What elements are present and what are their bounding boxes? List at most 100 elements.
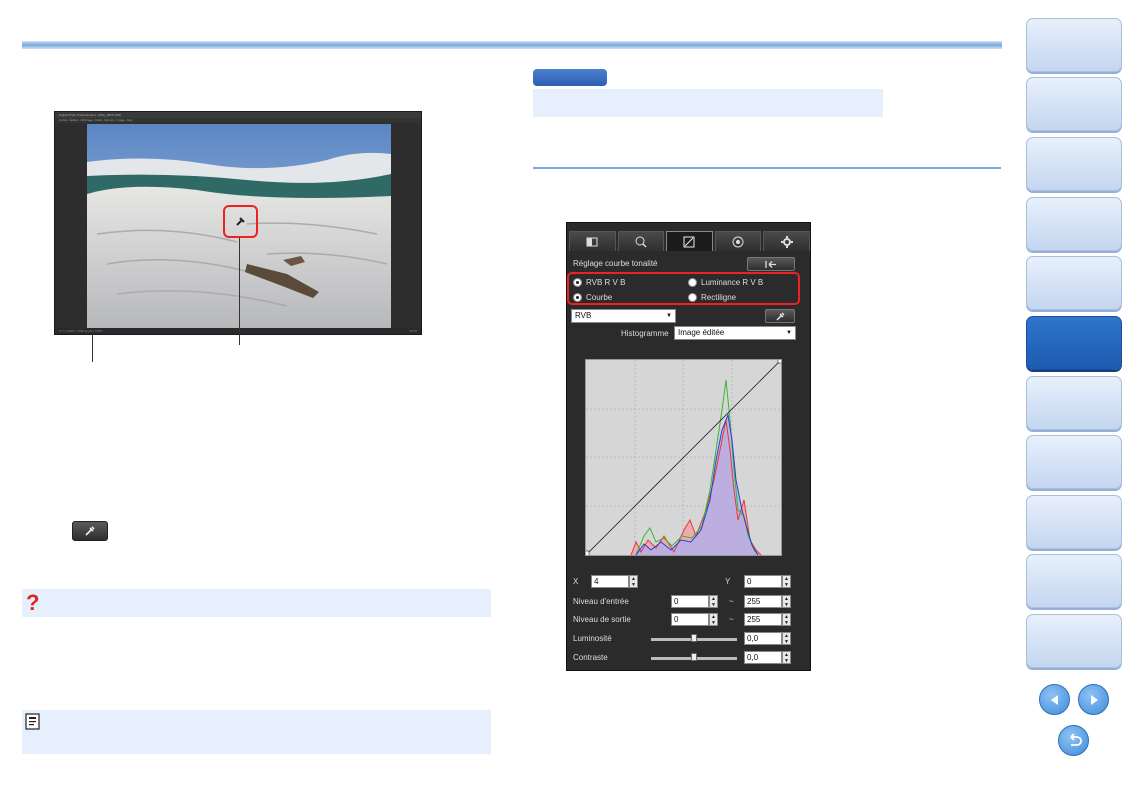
return-arrow-icon xyxy=(1069,732,1082,746)
return-button[interactable] xyxy=(1058,725,1089,756)
curve-controls: X 4 ▲ ▼ Y 0 ▲ ▼ Niveau d'entrée 0 ▲ ▼ ~ 255… xyxy=(569,573,796,669)
range-tilde: ~ xyxy=(729,597,734,606)
section-header-bar xyxy=(22,41,1002,49)
status-right: 00:00 xyxy=(409,329,417,333)
question-icon: ? xyxy=(26,590,40,615)
output-level-max-spinner[interactable]: ▲ ▼ xyxy=(782,613,791,626)
histogram-curve-svg xyxy=(583,357,784,557)
menu-item[interactable]: Édition xyxy=(70,118,79,122)
nav-button-3[interactable] xyxy=(1026,137,1122,191)
section-subtitle-bar xyxy=(533,89,883,117)
palette-tabs xyxy=(569,231,810,251)
nav-button-6-active[interactable] xyxy=(1026,316,1122,370)
menu-item[interactable]: Image xyxy=(117,118,125,122)
output-level-min-spinner[interactable]: ▲ ▼ xyxy=(709,613,718,626)
eyedropper-icon xyxy=(85,526,95,536)
contrast-value-field[interactable]: 0,0 xyxy=(744,651,782,664)
gear-icon xyxy=(780,235,793,248)
menu-item[interactable]: Aide xyxy=(126,118,132,122)
brightness-slider-thumb[interactable] xyxy=(691,634,697,642)
tone-curve-graph[interactable] xyxy=(583,357,784,557)
radio-dot xyxy=(688,293,697,302)
undo-icon xyxy=(765,260,776,268)
page: Digital Photo Professional 4 - [IMG_0823… xyxy=(0,0,1132,800)
chevron-down-icon: ▼ xyxy=(786,330,792,336)
palette-title: Réglage courbe tonalité xyxy=(573,259,658,268)
channel-select[interactable]: RVB ▼ xyxy=(571,309,676,323)
output-level-max-field[interactable]: 255 xyxy=(744,613,782,626)
y-label: Y xyxy=(725,577,731,586)
arrow-right-icon xyxy=(1090,694,1098,705)
eyedropper-cursor-highlight xyxy=(223,205,258,238)
radio-label: Luminance R V B xyxy=(701,278,764,287)
nav-button-7[interactable] xyxy=(1026,376,1122,430)
input-level-max-field[interactable]: 255 xyxy=(744,595,782,608)
radio-dot xyxy=(688,278,697,287)
radio-linear[interactable]: Rectiligne xyxy=(688,293,736,302)
input-level-min-spinner[interactable]: ▲ ▼ xyxy=(709,595,718,608)
next-page-button[interactable] xyxy=(1078,684,1109,715)
note-bar xyxy=(22,710,491,754)
contrast-spinner[interactable]: ▲ ▼ xyxy=(782,651,791,664)
y-spinner[interactable]: ▲ ▼ xyxy=(782,575,791,588)
chevron-down-icon: ▼ xyxy=(666,313,672,319)
menu-item[interactable]: Vignette xyxy=(104,118,115,122)
tab-tone-curve[interactable] xyxy=(666,231,713,251)
eyedropper-icon xyxy=(776,312,784,320)
status-left: 0 / 1 | 3000 × 2000 pixels | 100% xyxy=(59,329,103,333)
menu-item[interactable]: Affichage xyxy=(80,118,92,122)
input-level-min-field[interactable]: 0 xyxy=(671,595,709,608)
histogram-label: Histogramme xyxy=(621,329,669,338)
radio-label: RVB R V B xyxy=(586,278,626,287)
nav-button-4[interactable] xyxy=(1026,197,1122,251)
y-value-field[interactable]: 0 xyxy=(744,575,782,588)
contrast-label: Contraste xyxy=(573,653,608,662)
nav-button-11[interactable] xyxy=(1026,614,1122,668)
nav-button-1[interactable] xyxy=(1026,18,1122,72)
tab-settings[interactable] xyxy=(763,231,810,251)
menu-item[interactable]: Outils xyxy=(95,118,103,122)
menu-item[interactable]: Fichier xyxy=(59,118,68,122)
nav-button-2[interactable] xyxy=(1026,77,1122,131)
output-level-min-field[interactable]: 0 xyxy=(671,613,709,626)
detail-icon xyxy=(635,236,647,248)
nav-button-5[interactable] xyxy=(1026,256,1122,310)
x-value-field[interactable]: 4 xyxy=(591,575,629,588)
input-level-max-spinner[interactable]: ▲ ▼ xyxy=(782,595,791,608)
radio-curve[interactable]: Courbe xyxy=(573,293,612,302)
radio-label: Rectiligne xyxy=(701,293,737,302)
nav-button-8[interactable] xyxy=(1026,435,1122,489)
section-tag xyxy=(533,69,607,86)
menu-bar: Fichier Édition Affichage Outils Vignett… xyxy=(55,118,421,123)
callout-line-cursor xyxy=(239,238,240,345)
x-label: X xyxy=(573,577,579,586)
tab-detail[interactable] xyxy=(617,231,665,251)
eyedropper-cursor-icon xyxy=(236,217,245,226)
radio-dot xyxy=(573,278,582,287)
previous-page-button[interactable] xyxy=(1039,684,1070,715)
histogram-select[interactable]: Image éditée ▼ xyxy=(674,326,796,340)
note-icon xyxy=(25,713,40,730)
contrast-slider-thumb[interactable] xyxy=(691,653,697,661)
radio-luminance[interactable]: Luminance R V B xyxy=(688,278,763,287)
nav-button-9[interactable] xyxy=(1026,495,1122,549)
nav-button-10[interactable] xyxy=(1026,554,1122,608)
x-spinner[interactable]: ▲ ▼ xyxy=(629,575,638,588)
panel-eyedropper-button[interactable] xyxy=(765,309,795,323)
radio-label: Courbe xyxy=(586,293,613,302)
tab-basic[interactable] xyxy=(569,231,616,251)
brightness-value-field[interactable]: 0,0 xyxy=(744,632,782,645)
radio-dot xyxy=(573,293,582,302)
tab-color[interactable] xyxy=(714,231,762,251)
radio-rgb[interactable]: RVB R V B xyxy=(573,278,625,287)
callout-line-status xyxy=(92,335,93,362)
input-level-label: Niveau d'entrée xyxy=(573,597,629,606)
reset-button[interactable] xyxy=(747,257,795,271)
histogram-select-value: Image éditée xyxy=(678,328,725,337)
eyedropper-button[interactable] xyxy=(72,521,108,541)
channel-select-value: RVB xyxy=(575,311,592,320)
brightness-spinner[interactable]: ▲ ▼ xyxy=(782,632,791,645)
range-tilde: ~ xyxy=(729,615,734,624)
basic-adjust-icon xyxy=(586,237,598,246)
tone-curve-icon xyxy=(683,236,695,247)
